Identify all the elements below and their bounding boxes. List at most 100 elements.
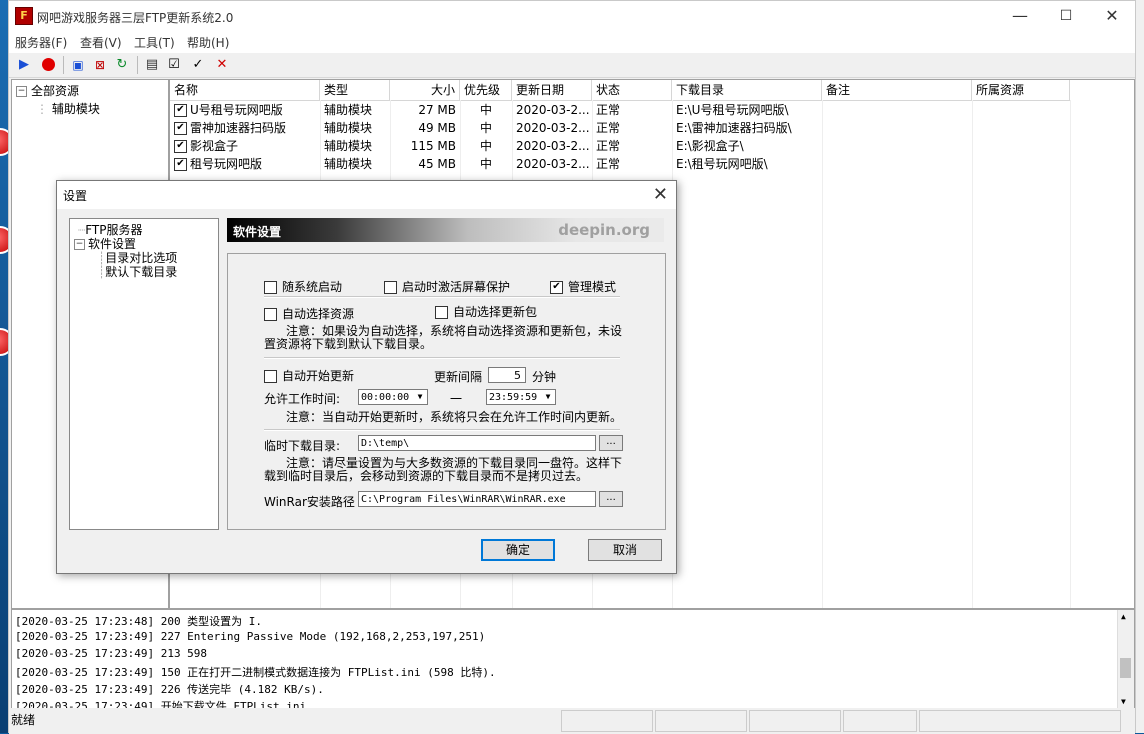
tree-item-aux[interactable]: ⋮ 辅助模块 [36,100,100,117]
menu-help[interactable]: 帮助(H) [187,34,229,51]
temp-dir-input[interactable]: D:\temp\ [358,435,596,451]
maximize-button[interactable]: ☐ [1043,1,1089,31]
tree-item-default-dir[interactable]: ┊默认下载目录 [98,263,177,280]
status-text: 就绪 [11,713,36,727]
autostart-checkbox[interactable]: 随系统启动 [264,278,342,295]
play-icon[interactable]: ▶ [15,56,33,74]
col-note[interactable]: 备注 [822,80,972,100]
settings-panel: 随系统启动 启动时激活屏幕保护 ✔ 管理模式 自动选择资源 自动选择更新包 注意：… [227,253,666,530]
cell-name: 租号玩网吧版 [190,157,263,171]
window-title: 网吧游戏服务器三层FTP更新系统2.0 [37,11,234,25]
minimize-button[interactable]: — [997,1,1043,31]
log-line: [2020-03-25 17:23:49] 150 正在打开二进制模式数据连接为… [15,666,496,679]
browse-winrar-button[interactable]: ... [599,491,623,507]
cell-dir: E:\U号租号玩网吧版\ [676,103,789,117]
ok-button[interactable]: 确定 [481,539,555,561]
table-row[interactable]: ✔ 影视盒子 辅助模块 115 MB 中 2020-03-2... 正常 E:\影… [170,137,1070,155]
interval-unit: 分钟 [532,370,557,384]
refresh-icon[interactable]: ↻ [113,56,131,74]
task-icon[interactable]: ✓ [189,56,207,74]
interval-label: 更新间隔 [434,370,483,384]
collapse-icon[interactable]: − [16,86,27,97]
col-priority[interactable]: 优先级 [460,80,512,100]
interval-input[interactable]: 5 [488,367,526,383]
desktop-background [0,0,8,733]
cell-size: 45 MB [418,157,456,171]
close-button[interactable]: ✕ [1089,1,1135,31]
auto-update-checkbox[interactable]: 自动开始更新 [264,367,354,384]
note-temp-dir-2: 载到临时目录后，会移动到资源的下载目录而不是拷贝过去。 [264,469,589,483]
scroll-up-icon[interactable]: ▲ [1121,612,1126,621]
delete-icon[interactable]: ⊠ [91,56,109,74]
menu-server[interactable]: 服务器(F) [15,34,67,51]
checkbox-label: 自动选择更新包 [453,305,538,319]
remove-icon[interactable]: ✕ [213,56,231,74]
work-time-start[interactable]: 00:00:00 ▼ [358,389,428,405]
table-row[interactable]: ✔ 租号玩网吧版 辅助模块 45 MB 中 2020-03-2... 正常 E:\… [170,155,1070,173]
col-date[interactable]: 更新日期 [512,80,592,100]
checkbox-label: 自动选择资源 [282,307,355,321]
col-size[interactable]: 大小 [390,80,460,100]
col-type[interactable]: 类型 [320,80,390,100]
note-auto-select-2: 置资源将下载到默认下载目录。 [264,337,433,351]
title-bar[interactable]: F 网吧游戏服务器三层FTP更新系统2.0 — ☐ ✕ [9,1,1135,31]
dialog-close-button[interactable]: ✕ [653,184,668,205]
dialog-title: 设置 [63,189,88,203]
cell-status: 正常 [596,103,621,117]
row-checkbox[interactable]: ✔ [174,158,187,171]
connect-icon[interactable]: ▣ [69,56,87,74]
checkbox-label: 管理模式 [568,280,617,294]
settings-icon[interactable]: ▤ [143,56,161,74]
cell-size: 27 MB [418,103,456,117]
admin-mode-checkbox[interactable]: ✔ 管理模式 [550,278,616,295]
app-icon: F [15,7,33,25]
check-icon[interactable]: ☑ [165,56,183,74]
cancel-button[interactable]: 取消 [588,539,662,561]
record-icon[interactable] [39,56,57,74]
scroll-down-icon[interactable]: ▼ [1121,697,1126,706]
auto-update-pkg-checkbox[interactable]: 自动选择更新包 [435,303,537,320]
collapse-icon[interactable]: − [74,239,85,250]
table-row[interactable]: ✔ 雷神加速器扫码版 辅助模块 49 MB 中 2020-03-2... 正常 E… [170,119,1070,137]
auto-resource-checkbox[interactable]: 自动选择资源 [264,305,354,322]
deepin-logo: deepin.org [558,221,650,239]
screensaver-checkbox[interactable]: 启动时激活屏幕保护 [384,278,510,295]
cell-name: U号租号玩网吧版 [190,103,283,117]
col-status[interactable]: 状态 [592,80,672,100]
log-panel[interactable]: [2020-03-25 17:23:48] 200 类型设置为 I. [2020… [11,609,1135,709]
tree-item-label: 辅助模块 [51,102,100,116]
cell-name: 雷神加速器扫码版 [190,121,287,135]
menu-tools[interactable]: 工具(T) [134,34,175,51]
settings-dialog: 设置 ✕ ┈FTP服务器 − 软件设置 ┊目录对比选项 ┊默认下载目录 软件设置 … [56,180,677,574]
log-line: [2020-03-25 17:23:49] 213 598 [15,647,208,660]
col-owner[interactable]: 所属资源 [972,80,1070,100]
cell-type: 辅助模块 [324,139,373,153]
winrar-label: WinRar安装路径 [264,495,355,509]
checkbox-label: 随系统启动 [282,280,343,294]
temp-dir-label: 临时下载目录: [264,439,341,453]
cell-date: 2020-03-2... [516,139,590,153]
col-name[interactable]: 名称 [170,80,320,100]
log-line: [2020-03-25 17:23:49] 227 Entering Passi… [15,630,486,643]
browse-temp-button[interactable]: ... [599,435,623,451]
row-checkbox[interactable]: ✔ [174,104,187,117]
menu-view[interactable]: 查看(V) [80,34,122,51]
dropdown-arrow-icon[interactable]: ▼ [414,391,426,403]
row-checkbox[interactable]: ✔ [174,140,187,153]
log-line: [2020-03-25 17:23:49] 226 传送完毕 (4.182 KB… [15,683,324,696]
dropdown-arrow-icon[interactable]: ▼ [542,391,554,403]
col-dir[interactable]: 下载目录 [672,80,822,100]
cell-priority: 中 [479,157,492,171]
cell-priority: 中 [479,103,492,117]
tree-root[interactable]: − 全部资源 [16,82,79,99]
dialog-title-bar[interactable]: 设置 ✕ [57,181,676,209]
section-banner: 软件设置 deepin.org [227,218,664,242]
log-scrollbar[interactable]: ▲ ▼ [1117,610,1134,708]
table-row[interactable]: ✔ U号租号玩网吧版 辅助模块 27 MB 中 2020-03-2... 正常 E… [170,101,1070,119]
winrar-path-input[interactable]: C:\Program Files\WinRAR\WinRAR.exe [358,491,596,507]
work-time-end[interactable]: 23:59:59 ▼ [486,389,556,405]
menu-bar: 服务器(F) 查看(V) 工具(T) 帮助(H) [9,31,1135,53]
scroll-thumb[interactable] [1120,658,1131,678]
row-checkbox[interactable]: ✔ [174,122,187,135]
cell-priority: 中 [479,139,492,153]
